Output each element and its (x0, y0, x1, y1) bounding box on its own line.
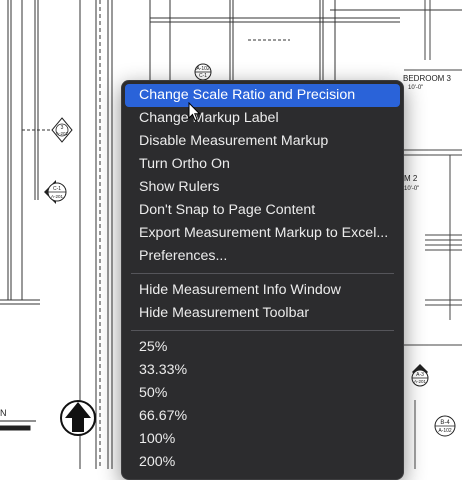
menu-item-66-67[interactable]: 66.67% (125, 405, 400, 428)
section-callout: A-102 C-1 (194, 63, 212, 81)
title-fragment: N (0, 408, 7, 418)
room-dimension: 10'-0" (404, 186, 419, 192)
room-dimension: 10'-0" (408, 85, 423, 91)
svg-text:A-201: A-201 (51, 194, 64, 199)
menu-item-50[interactable]: 50% (125, 382, 400, 405)
menu-item-don-t-snap-to-page-content[interactable]: Don't Snap to Page Content (125, 199, 400, 222)
menu-item-100[interactable]: 100% (125, 428, 400, 451)
north-arrow-icon (60, 400, 96, 436)
svg-text:C-1: C-1 (199, 73, 207, 79)
svg-text:A-201: A-201 (56, 131, 69, 136)
menu-separator (131, 330, 394, 331)
section-callout: C-1 A-201 (44, 180, 67, 204)
menu-item-hide-measurement-toolbar[interactable]: Hide Measurement Toolbar (125, 302, 400, 325)
menu-item-change-markup-label[interactable]: Change Markup Label (125, 107, 400, 130)
svg-text:A-201: A-201 (414, 379, 427, 384)
svg-text:A-102: A-102 (196, 66, 210, 72)
svg-text:B-4: B-4 (440, 420, 450, 426)
elevation-callout: 3 A-201 (22, 117, 73, 143)
menu-item-export-measurement-markup-to-excel[interactable]: Export Measurement Markup to Excel... (125, 222, 400, 245)
section-callout: B-4 A-102 (434, 415, 456, 437)
menu-separator (131, 273, 394, 274)
room-label-bedroom-3: BEDROOM 3 (403, 74, 452, 83)
section-callout: A-3 A-201 (411, 364, 429, 387)
menu-item-25[interactable]: 25% (125, 336, 400, 359)
menu-item-turn-ortho-on[interactable]: Turn Ortho On (125, 153, 400, 176)
menu-item-preferences[interactable]: Preferences... (125, 245, 400, 268)
menu-item-200[interactable]: 200% (125, 451, 400, 474)
menu-item-33-33[interactable]: 33.33% (125, 359, 400, 382)
menu-item-change-scale-ratio-and-precision[interactable]: Change Scale Ratio and Precision (125, 84, 400, 107)
svg-text:A-102: A-102 (438, 428, 452, 434)
menu-item-hide-measurement-info-window[interactable]: Hide Measurement Info Window (125, 279, 400, 302)
mouse-pointer-icon (188, 102, 201, 122)
context-menu: Change Scale Ratio and Precision Change M… (121, 80, 404, 480)
svg-text:A-3: A-3 (416, 372, 424, 378)
svg-text:C-1: C-1 (53, 186, 61, 192)
room-label-bedroom-2: M 2 (404, 174, 418, 183)
menu-item-show-rulers[interactable]: Show Rulers (125, 176, 400, 199)
menu-item-disable-measurement-markup[interactable]: Disable Measurement Markup (125, 130, 400, 153)
